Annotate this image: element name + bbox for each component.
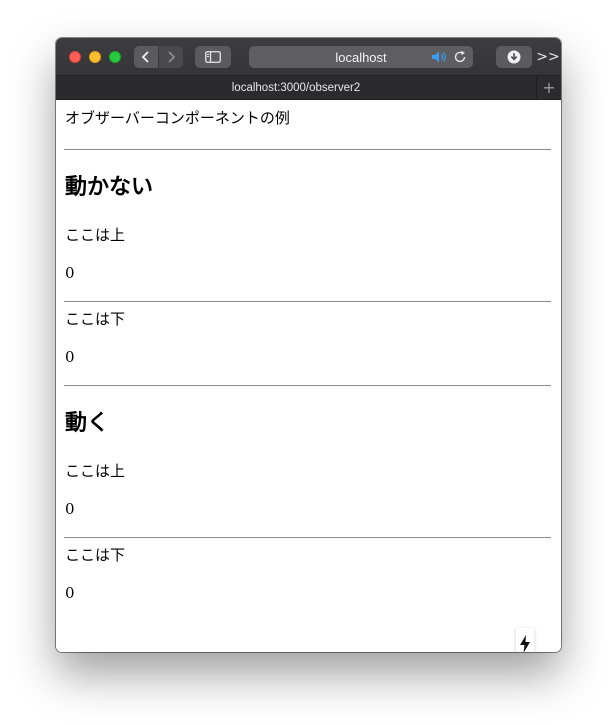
divider (64, 301, 551, 302)
lightning-icon (520, 635, 530, 652)
section-heading-static: 動かない (65, 174, 154, 200)
divider (64, 537, 551, 538)
new-tab-button[interactable]: + (536, 76, 561, 99)
minimize-window-button[interactable] (89, 51, 101, 63)
bottom-label: ここは下 (65, 546, 126, 564)
back-button[interactable] (134, 46, 158, 68)
download-icon (507, 50, 521, 64)
top-value: 0 (65, 264, 75, 282)
lightning-button[interactable] (516, 628, 534, 652)
browser-toolbar: localhost >> (56, 38, 561, 75)
tab-bar: localhost:3000/observer2 + (56, 75, 561, 100)
sidebar-icon (205, 51, 221, 63)
tab-active[interactable]: localhost:3000/observer2 (56, 76, 536, 99)
speaker-icon[interactable] (431, 50, 449, 64)
divider (64, 149, 551, 150)
page-content: オブザーバーコンポーネントの例 動かない ここは上 0 ここは下 0 動く ここ… (56, 100, 561, 652)
close-window-button[interactable] (69, 51, 81, 63)
forward-button[interactable] (159, 46, 183, 68)
sidebar-toggle-button[interactable] (195, 46, 231, 68)
reload-icon[interactable] (453, 50, 467, 64)
bottom-value: 0 (65, 584, 75, 602)
bottom-label: ここは下 (65, 310, 126, 328)
divider (64, 385, 551, 386)
top-label: ここは上 (65, 462, 126, 480)
browser-window: localhost >> localhost:3000/observer2 + (56, 38, 561, 652)
downloads-button[interactable] (496, 46, 532, 68)
bottom-value: 0 (65, 348, 75, 366)
section-heading-moving: 動く (65, 410, 110, 436)
chevron-left-icon (141, 51, 149, 63)
chevron-right-icon (168, 51, 176, 63)
address-bar[interactable]: localhost (249, 46, 473, 68)
page-intro: オブザーバーコンポーネントの例 (65, 109, 290, 127)
top-label: ここは上 (65, 226, 126, 244)
zoom-window-button[interactable] (109, 51, 121, 63)
more-toolbar-button[interactable]: >> (536, 46, 559, 68)
top-value: 0 (65, 500, 75, 518)
